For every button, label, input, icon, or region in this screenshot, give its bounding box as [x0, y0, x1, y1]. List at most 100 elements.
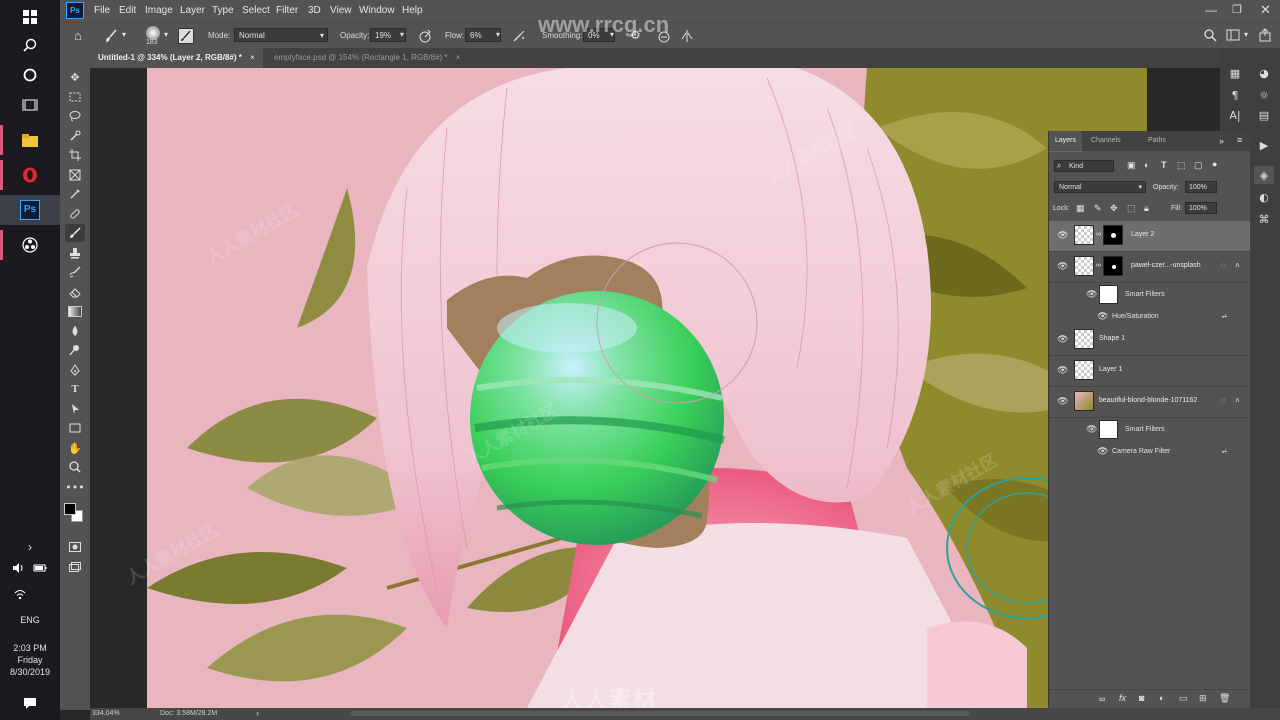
rectangle-tool-icon[interactable] — [65, 419, 85, 437]
menu-layer[interactable]: Layer — [180, 5, 205, 16]
lock-all-icon[interactable]: 🔒︎ — [1144, 203, 1149, 214]
smart-filters-row[interactable]: 👁︎ Smart Filters — [1049, 418, 1250, 440]
filter-options-icon[interactable]: ⩫ — [1221, 312, 1228, 321]
layer-opacity-input[interactable]: 100% — [1185, 181, 1217, 193]
minimize-icon[interactable]: — — [1205, 3, 1217, 17]
search-icon[interactable] — [0, 30, 60, 60]
photoshop-app-icon[interactable]: Ps — [66, 2, 84, 19]
link-icon[interactable]: ∞ — [1096, 231, 1101, 238]
gradient-tool-icon[interactable] — [65, 302, 85, 320]
menu-view[interactable]: View — [330, 5, 352, 16]
menu-select[interactable]: Select — [242, 5, 270, 16]
eyedropper-tool-icon[interactable] — [65, 185, 85, 203]
visibility-eye-icon[interactable]: 👁︎ — [1057, 230, 1068, 240]
chevron-up-icon[interactable]: ˄ — [1235, 396, 1240, 405]
group-folder-icon[interactable]: ▭ — [1179, 693, 1188, 704]
filter-kind-select[interactable]: Kind — [1054, 160, 1114, 172]
shape-filter-icon[interactable]: ⬚ — [1177, 160, 1186, 171]
move-tool-icon[interactable]: ✥ — [65, 68, 85, 86]
menu-image[interactable]: Image — [145, 5, 173, 16]
quick-mask-icon[interactable] — [65, 538, 85, 556]
layers-panel-icon[interactable]: ◈ — [1254, 166, 1274, 184]
lock-artboard-icon[interactable]: ⬚ — [1127, 203, 1136, 214]
filter-options-icon[interactable]: ⩫ — [1221, 447, 1228, 456]
hand-tool-icon[interactable]: ✋ — [65, 439, 85, 457]
menu-help[interactable]: Help — [402, 5, 423, 16]
fx-icon[interactable]: fx — [1119, 693, 1126, 703]
filter-toggle-icon[interactable]: ● — [1212, 159, 1217, 169]
share-icon[interactable] — [1258, 28, 1272, 42]
wifi-icon[interactable] — [0, 582, 60, 606]
tab-emptyface[interactable]: emptyface.psd @ 154% (Rectangle 1, RGB/8… — [266, 48, 468, 68]
layer-mask-thumbnail[interactable] — [1103, 225, 1123, 245]
dodge-tool-icon[interactable] — [65, 341, 85, 359]
crop-tool-icon[interactable] — [65, 146, 85, 164]
visibility-eye-icon[interactable]: 👁︎ — [1086, 424, 1097, 434]
adjustment-filter-icon[interactable]: ◐ — [1144, 160, 1149, 170]
chevron-up-icon[interactable]: ˄ — [1235, 261, 1240, 270]
actions-play-icon[interactable]: ▶ — [1254, 136, 1274, 154]
notification-icon[interactable] — [0, 688, 60, 718]
lasso-tool-icon[interactable] — [65, 107, 85, 125]
language-indicator[interactable]: ENG — [0, 615, 60, 625]
camera-raw-filter-row[interactable]: 👁︎ Camera Raw Filter ⩫ — [1049, 442, 1250, 464]
tab-paths[interactable]: Paths — [1142, 131, 1172, 151]
lock-transparent-icon[interactable]: ▦ — [1076, 203, 1085, 214]
horizontal-scrollbar[interactable] — [350, 711, 970, 716]
libraries-icon[interactable]: ▤ — [1254, 106, 1274, 124]
cortana-icon[interactable] — [0, 60, 60, 90]
pressure-size-icon[interactable] — [657, 29, 671, 43]
pixel-filter-icon[interactable]: ▣ — [1127, 160, 1136, 171]
eraser-tool-icon[interactable] — [65, 283, 85, 301]
clock-time[interactable]: 2:03 PM — [0, 643, 60, 653]
lock-position-icon[interactable]: ✥ — [1110, 203, 1118, 214]
channels-icon[interactable]: ◐ — [1254, 188, 1274, 206]
menu-edit[interactable]: Edit — [119, 5, 136, 16]
tab-layers[interactable]: Layers — [1049, 131, 1083, 152]
delete-layer-icon[interactable]: 🗑︎ — [1219, 693, 1230, 704]
new-layer-icon[interactable]: ⊞ — [1199, 693, 1207, 704]
menu-3d[interactable]: 3D — [308, 5, 321, 16]
history-icon[interactable]: ▦ — [1225, 64, 1245, 82]
menu-type[interactable]: Type — [212, 5, 234, 16]
lock-image-icon[interactable]: ✎ — [1094, 203, 1102, 214]
frame-tool-icon[interactable] — [65, 166, 85, 184]
workspace-icon[interactable] — [1226, 28, 1240, 42]
mode-select[interactable]: Normal ▾ — [234, 28, 328, 42]
layer-mask-thumbnail[interactable] — [1103, 256, 1123, 276]
pen-tool-icon[interactable] — [65, 361, 85, 379]
home-icon[interactable]: ⌂ — [74, 28, 82, 43]
visibility-eye-icon[interactable]: 👁︎ — [1057, 396, 1068, 406]
quick-selection-tool-icon[interactable] — [65, 127, 85, 145]
search-icon[interactable] — [1203, 28, 1217, 42]
chevron-down-icon[interactable]: ▾ — [1244, 30, 1248, 39]
close-icon[interactable]: × — [456, 53, 461, 62]
airbrush-icon[interactable] — [512, 29, 526, 43]
layer-row-layer-2[interactable]: 👁︎ ∞ Layer 2 — [1049, 221, 1250, 252]
windows-start-icon[interactable] — [0, 2, 60, 32]
panel-menu-icon[interactable]: ≡ — [1237, 135, 1242, 145]
screen-mode-icon[interactable] — [65, 558, 85, 576]
collapse-panel-icon[interactable]: » — [1219, 136, 1224, 146]
adjustments-icon[interactable]: ☼ — [1254, 86, 1274, 104]
status-menu-arrow[interactable]: › — [256, 708, 259, 718]
tab-channels[interactable]: Channels — [1085, 131, 1127, 151]
brush-tool-icon[interactable] — [104, 29, 118, 43]
layer-row-layer-1[interactable]: 👁︎ Layer 1 — [1049, 356, 1250, 387]
layer-row-pawel[interactable]: 👁︎ ∞ pawel-czer...-unsplash ◌ ˄ — [1049, 252, 1250, 283]
brush-preset-icon[interactable] — [146, 26, 160, 40]
layer-row-shape-1[interactable]: 👁︎ Shape 1 — [1049, 325, 1250, 356]
visibility-eye-icon[interactable]: 👁︎ — [1057, 261, 1068, 271]
link-icon[interactable]: ∞ — [1096, 262, 1101, 269]
visibility-eye-icon[interactable]: 👁︎ — [1057, 365, 1068, 375]
visibility-eye-icon[interactable]: 👁︎ — [1097, 311, 1108, 321]
visibility-eye-icon[interactable]: 👁︎ — [1097, 446, 1108, 456]
foreground-color-swatch[interactable] — [64, 503, 76, 515]
close-icon[interactable]: × — [250, 53, 255, 62]
fill-input[interactable]: 100% — [1185, 202, 1217, 214]
blur-tool-icon[interactable] — [65, 322, 85, 340]
layer-row-beautiful-blond[interactable]: 👁︎ beautiful-blond-blonde-1071162 ◌ ˄ — [1049, 387, 1250, 418]
link-layers-icon[interactable]: ∞ — [1099, 694, 1105, 704]
chevron-down-icon[interactable]: ▾ — [496, 30, 500, 39]
gear-icon[interactable]: ⚙ — [630, 28, 641, 42]
